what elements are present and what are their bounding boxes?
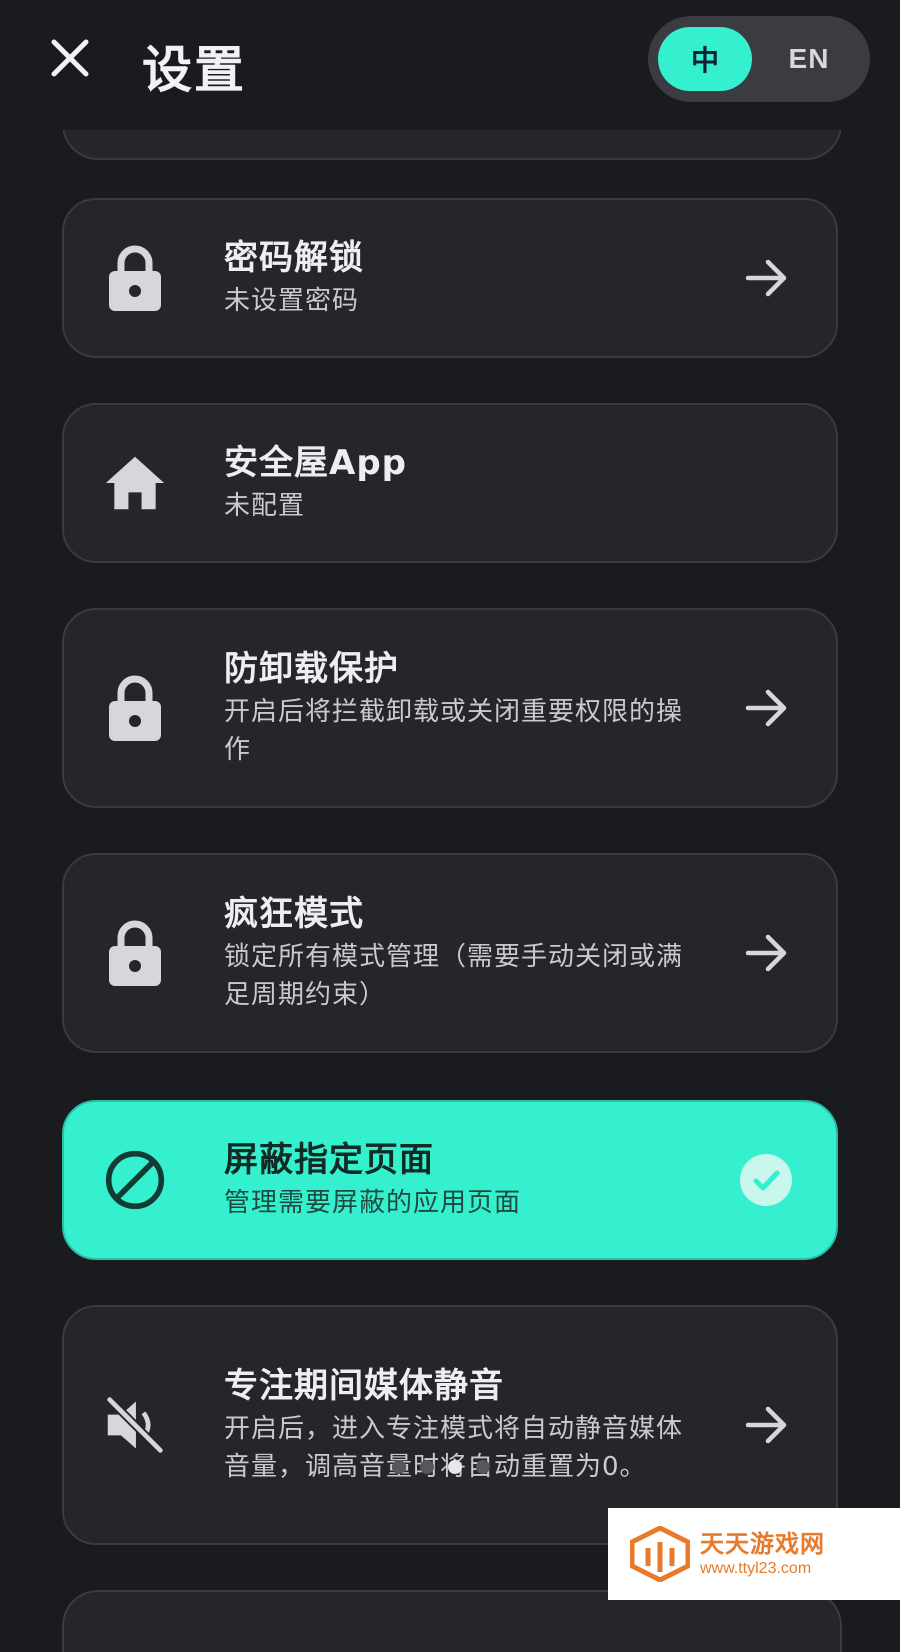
page-dot — [476, 1460, 490, 1474]
item-subtitle: 锁定所有模式管理（需要手动关闭或满足周期约束） — [224, 942, 684, 1010]
arrow-right-icon — [745, 259, 787, 297]
item-subtitle: 开启后，进入专注模式将自动静音媒体音量，调高音量时将自动重置为0。 — [224, 1414, 684, 1482]
item-title: 密码解锁 — [224, 238, 364, 278]
page-indicator — [392, 1460, 490, 1474]
settings-item-crazy-mode[interactable]: 疯狂模式 锁定所有模式管理（需要手动关闭或满足周期约束） — [62, 853, 838, 1053]
settings-item-uninstall-protection[interactable]: 防卸载保护 开启后将拦截卸载或关闭重要权限的操作 — [62, 608, 838, 808]
settings-item-safe-house-app[interactable]: 安全屋App 未配置 — [62, 403, 838, 563]
page-dot — [392, 1460, 406, 1474]
watermark-name: 天天游戏网 — [700, 1530, 825, 1558]
page-dot-active — [448, 1460, 462, 1474]
settings-item-password-unlock[interactable]: 密码解锁 未设置密码 — [62, 198, 838, 358]
close-icon — [51, 39, 89, 77]
settings-item-block-pages[interactable]: 屏蔽指定页面 管理需要屏蔽的应用页面 — [62, 1100, 838, 1260]
page-dot — [420, 1460, 434, 1474]
language-toggle[interactable]: 中 EN — [648, 16, 870, 102]
item-title: 屏蔽指定页面 — [224, 1140, 434, 1180]
item-subtitle: 未配置 — [224, 491, 306, 521]
item-subtitle: 开启后将拦截卸载或关闭重要权限的操作 — [224, 697, 684, 765]
item-title: 防卸载保护 — [224, 649, 399, 689]
arrow-right-icon — [745, 689, 787, 727]
lang-option-en[interactable]: EN — [762, 27, 856, 91]
item-title: 疯狂模式 — [224, 894, 364, 934]
block-icon — [104, 1144, 166, 1216]
home-icon — [104, 447, 166, 519]
lock-icon — [104, 917, 166, 989]
arrow-right-icon — [745, 1406, 787, 1444]
lang-option-zh[interactable]: 中 — [658, 27, 752, 91]
watermark-logo-icon — [630, 1526, 690, 1582]
watermark-url: www.ttyl23.com — [700, 1560, 812, 1577]
lock-icon — [104, 672, 166, 744]
page-title: 设置 — [142, 41, 246, 99]
item-title: 专注期间媒体静音 — [224, 1366, 504, 1406]
check-icon — [740, 1154, 792, 1206]
close-button[interactable] — [44, 32, 96, 84]
item-subtitle: 未设置密码 — [224, 286, 360, 316]
lock-icon — [104, 242, 166, 314]
arrow-right-icon — [745, 934, 787, 972]
mute-icon — [104, 1389, 166, 1461]
item-subtitle: 管理需要屏蔽的应用页面 — [224, 1188, 522, 1218]
top-bar: 设置 中 EN — [0, 0, 900, 130]
item-title: 安全屋App — [224, 443, 407, 483]
watermark: 天天游戏网 www.ttyl23.com — [608, 1508, 900, 1600]
